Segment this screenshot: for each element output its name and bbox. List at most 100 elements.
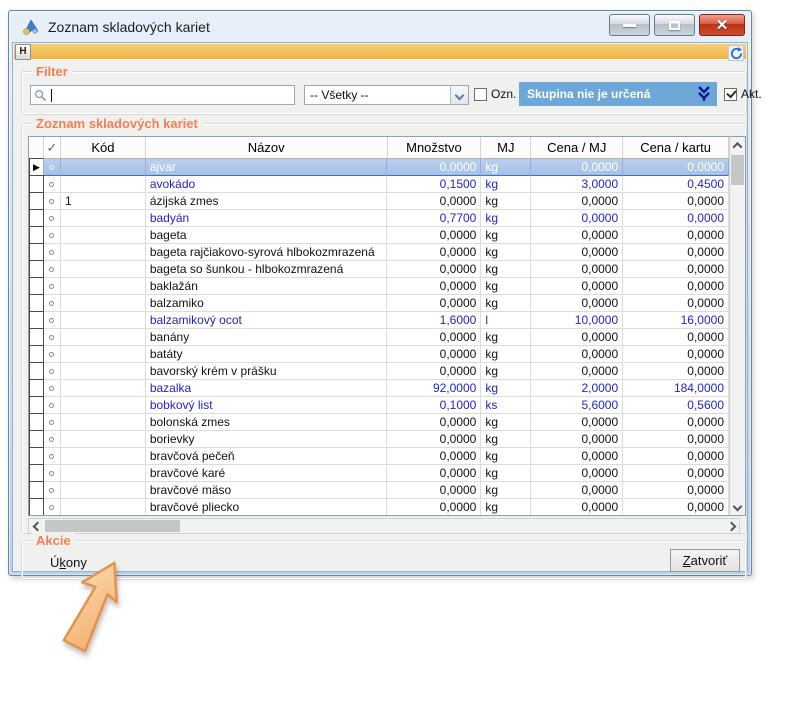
maximize-button[interactable] [654, 14, 695, 36]
minimize-icon [623, 24, 636, 27]
header-cena-kartu[interactable]: Cena / kartu [623, 137, 729, 158]
cell-mj: kg [481, 465, 531, 482]
table-row[interactable]: bobkový list0,1000ks5,60000,56005 [29, 397, 739, 414]
row-indicator [29, 328, 44, 346]
cell-mnozstvo: 1,6000 [387, 312, 481, 329]
table-row[interactable]: badyán0,7700kg0,00000,00001 [29, 210, 739, 227]
akt-checkbox[interactable] [724, 88, 737, 101]
scroll-down-button[interactable] [730, 498, 745, 515]
ozn-label: Ozn. [491, 87, 516, 101]
row-indicator [29, 311, 44, 329]
ukony-menu-button[interactable]: Úkony [50, 555, 87, 570]
cell-cena-kartu: 0,0000 [623, 499, 729, 516]
header-cena-mj[interactable]: Cena / MJ [531, 137, 623, 158]
group-chip[interactable]: Skupina nie je určená [519, 82, 717, 106]
dropdown-arrow-button[interactable] [450, 86, 468, 104]
header-kod[interactable]: Kód [61, 137, 146, 158]
cell-kod [61, 414, 146, 431]
table-row[interactable]: balzamiko0,0000kg0,00000,0000 [29, 295, 739, 312]
row-status [44, 363, 61, 380]
status-circle-icon [49, 437, 54, 442]
cell-mnozstvo: 0,0000 [387, 329, 481, 346]
stock-cards-group: Zoznam skladových kariet ✓ Kód Názov Mno… [21, 123, 747, 534]
table-row[interactable]: baklažán0,0000kg0,00000,0000 [29, 278, 739, 295]
row-indicator [29, 345, 44, 363]
horizontal-scrollbar[interactable] [28, 518, 740, 534]
table-row[interactable]: banány0,0000kg0,00000,0000 [29, 329, 739, 346]
status-circle-icon [49, 199, 54, 204]
table-row[interactable]: balzamikový ocot1,6000l10,000016,00000 [29, 312, 739, 329]
maximize-icon [669, 21, 680, 30]
scroll-right-button[interactable] [723, 519, 739, 533]
vertical-scrollbar[interactable] [729, 136, 746, 516]
cell-mj: kg [481, 261, 531, 278]
row-indicator [29, 481, 44, 499]
status-circle-icon [49, 182, 54, 187]
table-row[interactable]: bageta rajčiakovo-syrová hlbokozmrazená0… [29, 244, 739, 261]
cell-mnozstvo: 0,0000 [387, 431, 481, 448]
cell-nazov: borievky [146, 431, 388, 448]
table-row[interactable]: borievky0,0000kg0,00000,0000 [29, 431, 739, 448]
cell-kod [61, 431, 146, 448]
cell-mj: kg [481, 380, 531, 397]
cell-cena-mj: 0,0000 [531, 499, 623, 516]
refresh-button[interactable] [728, 45, 744, 61]
table-legend: Zoznam skladových kariet [32, 116, 202, 131]
row-status [44, 312, 61, 329]
header-nazov[interactable]: Názov [146, 137, 388, 158]
scroll-left-button[interactable] [29, 519, 45, 533]
row-status [44, 448, 61, 465]
table-row[interactable]: 1ázijská zmes0,0000kg0,00000,0000 [29, 193, 739, 210]
minimize-button[interactable] [609, 14, 650, 36]
row-status [44, 244, 61, 261]
search-input[interactable] [30, 85, 295, 105]
header-mj[interactable]: MJ [481, 137, 531, 158]
row-indicator [29, 209, 44, 227]
table-row[interactable]: bageta so šunkou - hlbokozmrazená0,0000k… [29, 261, 739, 278]
horizontal-scroll-thumb[interactable] [45, 520, 180, 532]
scroll-up-button[interactable] [730, 137, 745, 154]
vertical-scroll-thumb[interactable] [731, 155, 744, 185]
table-row[interactable]: bravčové karé0,0000kg0,00000,0000 [29, 465, 739, 482]
header-check[interactable]: ✓ [44, 137, 61, 158]
cell-kod [61, 329, 146, 346]
h-button[interactable]: H [15, 44, 31, 60]
title-bar[interactable]: Zoznam skladových kariet ✕ [9, 11, 751, 42]
table-row[interactable]: batáty0,0000kg0,00000,0000 [29, 346, 739, 363]
row-indicator [29, 464, 44, 482]
cell-nazov: baklažán [146, 278, 388, 295]
cell-nazov: banány [146, 329, 388, 346]
row-status [44, 176, 61, 193]
row-status [44, 329, 61, 346]
cell-mnozstvo: 0,0000 [387, 295, 481, 312]
cell-nazov: bobkový list [146, 397, 388, 414]
close-button[interactable]: ✕ [699, 14, 745, 36]
table-row[interactable]: bazalka92,0000kg2,0000184,00000 [29, 380, 739, 397]
table-row[interactable]: bavorský krém v prášku0,0000kg0,00000,00… [29, 363, 739, 380]
table-row[interactable]: avokádo0,1500kg3,00000,45007 [29, 176, 739, 193]
cell-nazov: avokádo [146, 176, 388, 193]
row-indicator [29, 294, 44, 312]
cell-cena-mj: 0,0000 [531, 346, 623, 363]
zatvorit-button[interactable]: Zatvoriť [670, 549, 740, 572]
table-row[interactable]: bageta0,0000kg0,00000,0000 [29, 227, 739, 244]
cell-nazov: balzamiko [146, 295, 388, 312]
ozn-checkbox[interactable] [474, 88, 487, 101]
status-circle-icon [49, 335, 54, 340]
row-status [44, 261, 61, 278]
header-mnozstvo[interactable]: Množstvo [388, 137, 482, 158]
double-chevron-down-icon [697, 86, 711, 102]
cell-nazov: bravčové pliecko [146, 499, 388, 516]
row-status [44, 278, 61, 295]
table-row[interactable]: bravčové pliecko0,0000kg0,00000,0000 [29, 499, 739, 516]
header-indicator [29, 137, 44, 158]
cell-kod [61, 176, 146, 193]
cell-cena-kartu: 0,0000 [623, 465, 729, 482]
window-title: Zoznam skladových kariet [48, 19, 210, 35]
table-row[interactable]: bravčová pečeň0,0000kg0,00000,0000 [29, 448, 739, 465]
category-dropdown[interactable]: -- Všetky -- [304, 85, 469, 105]
table-row[interactable]: bravčové mäso0,0000kg0,00000,0000 [29, 482, 739, 499]
cell-mj: kg [481, 448, 531, 465]
table-row[interactable]: ▶ajvar0,0000kg0,00000,0000 [29, 159, 739, 176]
table-row[interactable]: bolonská zmes0,0000kg0,00000,0000 [29, 414, 739, 431]
